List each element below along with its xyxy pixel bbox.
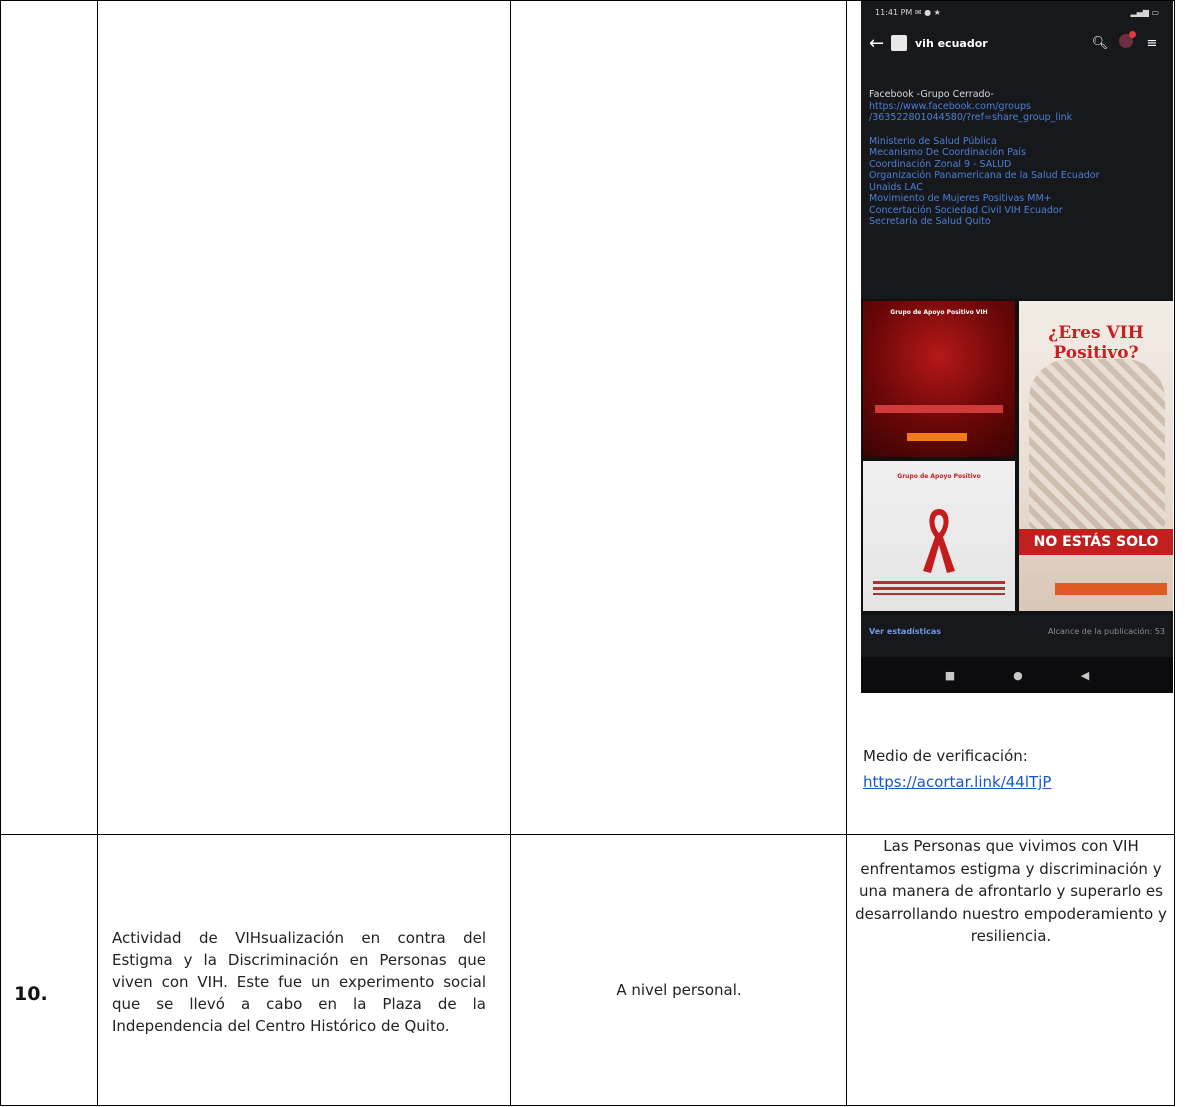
result-text: Las Personas que vivimos con VIH enfrent… bbox=[855, 837, 1167, 945]
row-number: 10. bbox=[14, 983, 48, 1005]
document-table: 11:41 PM ✉ ● ★ ▂▄▆ ▭ ← vih ecuador 🔍︎ ≡ … bbox=[0, 0, 1175, 1106]
level-cell bbox=[510, 0, 847, 835]
phone-screenshot: 11:41 PM ✉ ● ★ ▂▄▆ ▭ ← vih ecuador 🔍︎ ≡ … bbox=[861, 1, 1173, 693]
app-title: vih ecuador bbox=[915, 36, 988, 50]
status-icons: ✉ ● ★ bbox=[914, 7, 941, 17]
number-cell bbox=[0, 0, 98, 835]
activity-description: Actividad de VIHsualización en contra de… bbox=[112, 929, 486, 1035]
image-caption: ¿Eres VIH Positivo? bbox=[1048, 323, 1144, 363]
number-cell: 10. bbox=[0, 834, 98, 1106]
image-banner: NO ESTÁS SOLO bbox=[1019, 529, 1173, 555]
tag-link[interactable]: Concertación Sociedad Civil VIH Ecuador bbox=[869, 205, 1165, 217]
status-bar: 11:41 PM ✉ ● ★ ▂▄▆ ▭ bbox=[861, 1, 1173, 23]
view-stats-link[interactable]: Ver estadísticas bbox=[869, 627, 941, 636]
search-icon[interactable]: 🔍︎ bbox=[1087, 36, 1113, 51]
image-caption: Grupo de Apoyo Positivo VIH bbox=[890, 309, 988, 316]
post-link[interactable]: https://www.facebook.com/groups bbox=[869, 101, 1165, 113]
post-heading: Facebook -Grupo Cerrado- bbox=[869, 89, 994, 100]
android-nav-bar: ■ ● ◀ bbox=[861, 657, 1173, 693]
status-time: 11:41 PM bbox=[875, 7, 913, 17]
post-body: Facebook -Grupo Cerrado- https://www.fac… bbox=[861, 63, 1173, 228]
app-bar: ← vih ecuador 🔍︎ ≡ bbox=[861, 23, 1173, 63]
back-icon[interactable]: ◀ bbox=[1081, 669, 1089, 682]
table-row: 11:41 PM ✉ ● ★ ▂▄▆ ▭ ← vih ecuador 🔍︎ ≡ … bbox=[0, 0, 1175, 835]
post-image-red[interactable]: Grupo de Apoyo Positivo VIH bbox=[863, 301, 1015, 457]
tag-link[interactable]: Mecanismo De Coordinación País bbox=[869, 147, 1165, 159]
result-cell: Las Personas que vivimos con VIH enfrent… bbox=[846, 834, 1175, 1106]
table-row: 10. Actividad de VIHsualización en contr… bbox=[0, 834, 1175, 1106]
verification-label: Medio de verificación: bbox=[863, 747, 1028, 765]
activity-cell bbox=[97, 0, 511, 835]
menu-icon[interactable]: ≡ bbox=[1139, 36, 1165, 51]
signal-battery-icon: ▂▄▆ ▭ bbox=[1130, 7, 1159, 17]
post-image-poster[interactable]: ¿Eres VIH Positivo? NO ESTÁS SOLO bbox=[1019, 301, 1173, 611]
tag-link[interactable]: Unaids LAC bbox=[869, 182, 1165, 194]
group-logo-icon bbox=[891, 35, 907, 51]
verification-block: Medio de verificación: https://acortar.l… bbox=[863, 743, 1051, 795]
evidence-cell: 11:41 PM ✉ ● ★ ▂▄▆ ▭ ← vih ecuador 🔍︎ ≡ … bbox=[846, 0, 1175, 835]
profile-avatar-icon[interactable] bbox=[1113, 31, 1139, 52]
verification-link[interactable]: https://acortar.link/44lTjP bbox=[863, 773, 1051, 791]
activity-cell: Actividad de VIHsualización en contra de… bbox=[97, 834, 511, 1106]
home-icon[interactable]: ● bbox=[1013, 669, 1023, 682]
post-link[interactable]: /363522801044580/?ref=share_group_link bbox=[869, 112, 1165, 124]
tag-link[interactable]: Movimiento de Mujeres Positivas MM+ bbox=[869, 193, 1165, 205]
tag-link[interactable]: Coordinación Zonal 9 - SALUD bbox=[869, 159, 1165, 171]
tag-link[interactable]: Ministerio de Salud Pública bbox=[869, 136, 1165, 148]
post-reach: Alcance de la publicación: 53 bbox=[1047, 626, 1165, 636]
post-image-ribbon[interactable]: Grupo de Apoyo Positivo bbox=[863, 461, 1015, 611]
back-arrow-icon[interactable]: ← bbox=[869, 33, 891, 54]
tag-link[interactable]: Organización Panamericana de la Salud Ec… bbox=[869, 170, 1165, 182]
red-ribbon-icon bbox=[923, 509, 955, 573]
impact-level: A nivel personal. bbox=[616, 981, 742, 999]
image-caption: Grupo de Apoyo Positivo bbox=[897, 473, 981, 480]
stats-bar: Ver estadísticas Alcance de la publicaci… bbox=[861, 619, 1173, 643]
tag-link[interactable]: Secretaría de Salud Quito bbox=[869, 216, 1165, 228]
recents-icon[interactable]: ■ bbox=[945, 669, 955, 682]
level-cell: A nivel personal. bbox=[510, 834, 847, 1106]
post-image-grid[interactable]: Grupo de Apoyo Positivo VIH ¿Eres VIH Po… bbox=[861, 299, 1173, 615]
